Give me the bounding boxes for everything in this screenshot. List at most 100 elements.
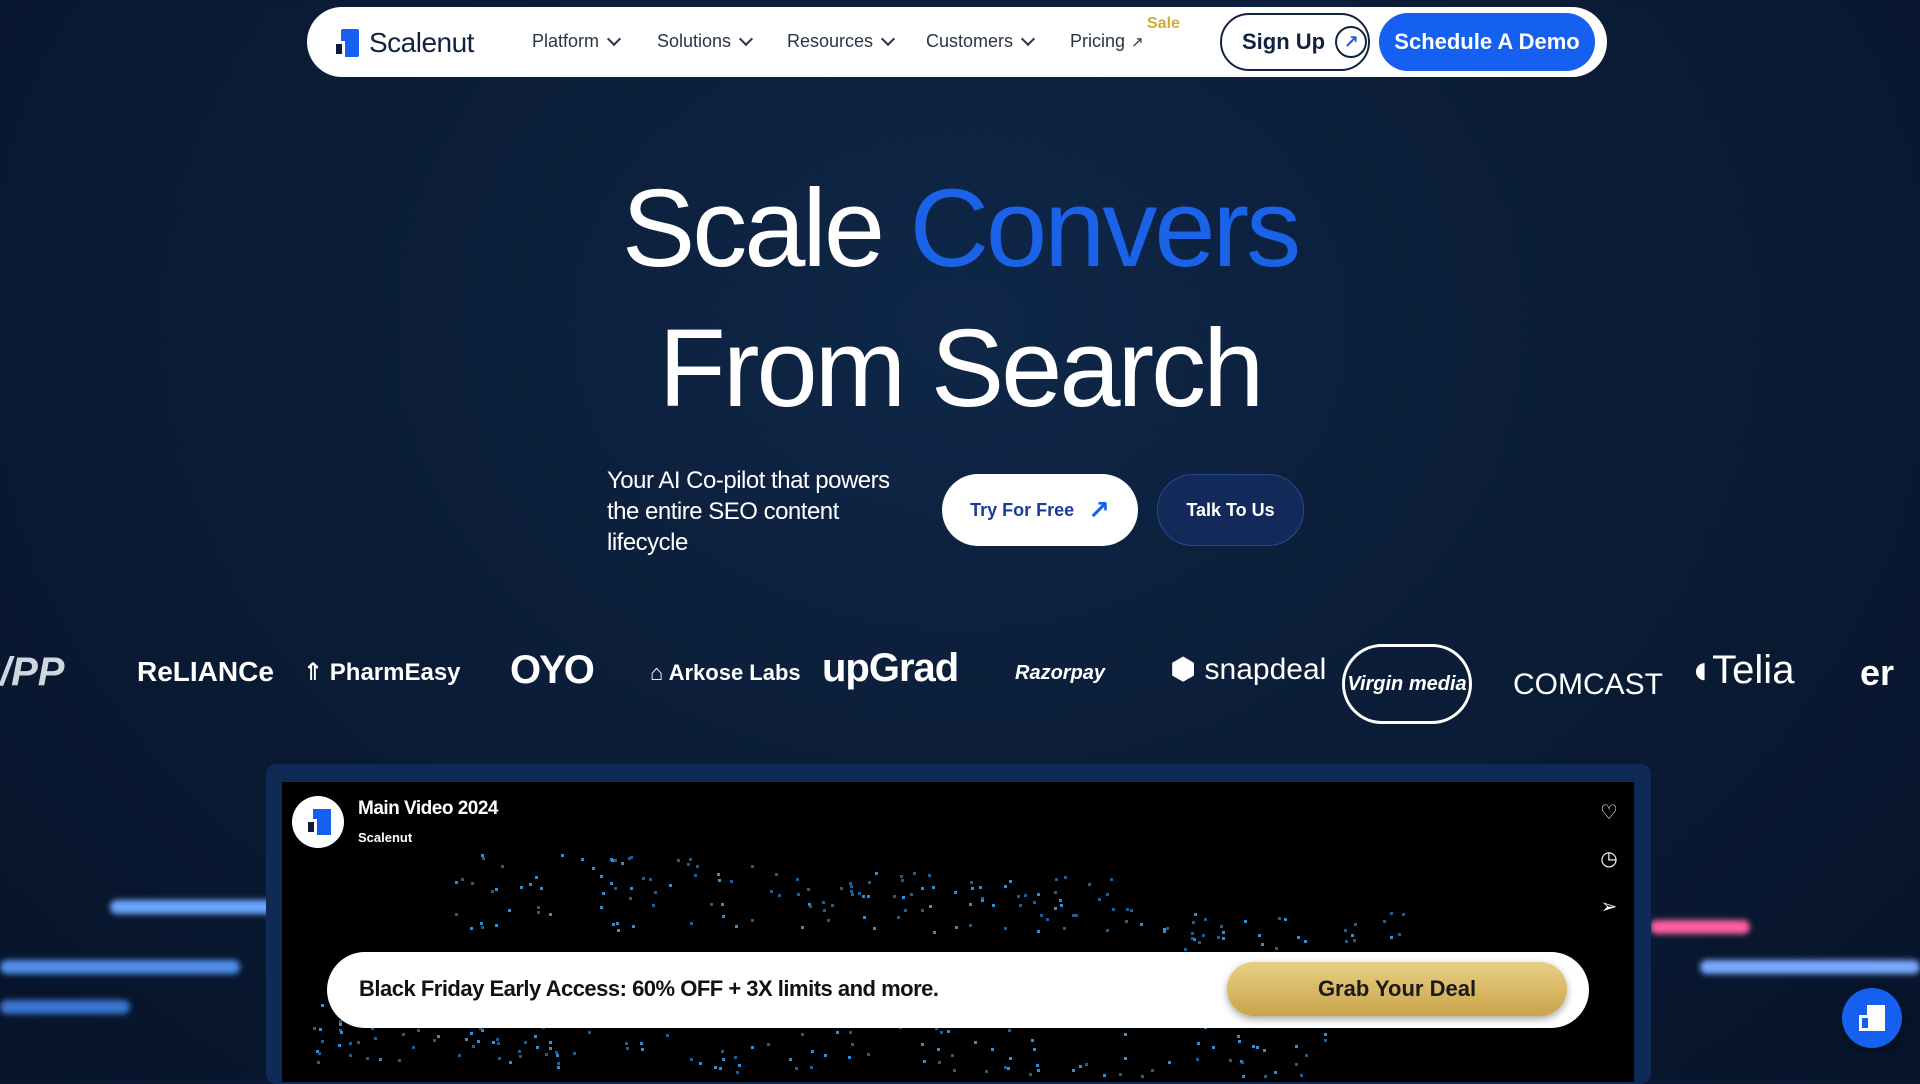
- map-dot: [1261, 943, 1264, 946]
- map-dot: [1305, 1054, 1308, 1057]
- map-dot: [1110, 878, 1113, 881]
- map-dot: [319, 1028, 322, 1031]
- map-dot: [495, 924, 498, 927]
- map-dot: [1196, 1058, 1199, 1061]
- heart-icon[interactable]: ♡: [1596, 800, 1622, 826]
- map-dot: [482, 857, 485, 860]
- map-dot: [496, 1038, 499, 1041]
- map-dot: [940, 1031, 943, 1034]
- chat-widget-button[interactable]: [1842, 988, 1902, 1048]
- hero-title-accent: Convers: [909, 167, 1302, 290]
- map-dot: [1192, 921, 1195, 924]
- map-dot: [904, 909, 907, 912]
- map-dot: [809, 905, 812, 908]
- map-dot: [437, 1035, 440, 1038]
- nav-item-customers[interactable]: Customers: [926, 31, 1036, 52]
- try-for-free-button[interactable]: Try For Free ↗: [942, 474, 1138, 546]
- map-dot: [1222, 931, 1225, 934]
- map-dot: [625, 1042, 628, 1045]
- map-dot: [875, 872, 878, 875]
- map-dot: [807, 888, 810, 891]
- map-dot: [699, 1062, 702, 1065]
- nav-item-pricing[interactable]: Pricing ↗: [1070, 31, 1144, 52]
- map-dot: [951, 1054, 954, 1057]
- map-dot: [932, 886, 935, 889]
- map-dot: [458, 1054, 461, 1057]
- talk-to-us-button[interactable]: Talk To Us: [1157, 474, 1304, 546]
- schedule-demo-button[interactable]: Schedule A Demo: [1379, 13, 1595, 71]
- telia-mark-icon: ◖: [1688, 648, 1713, 692]
- nav-label: Solutions: [657, 31, 732, 51]
- map-dot: [937, 1048, 940, 1051]
- map-dot: [492, 1041, 495, 1044]
- map-dot: [561, 854, 564, 857]
- map-dot: [770, 890, 773, 893]
- map-dot: [614, 887, 617, 890]
- channel-avatar[interactable]: [292, 796, 344, 848]
- map-dot: [851, 1043, 854, 1046]
- map-dot: [928, 874, 931, 877]
- clock-icon[interactable]: ◷: [1596, 846, 1622, 872]
- map-dot: [1166, 927, 1169, 930]
- map-dot: [1130, 909, 1133, 912]
- map-dot: [1029, 1073, 1032, 1076]
- video-title[interactable]: Main Video 2024: [358, 798, 499, 820]
- map-dot: [495, 888, 498, 891]
- video-channel[interactable]: Scalenut: [358, 830, 412, 845]
- map-dot: [1037, 1069, 1040, 1072]
- map-dot: [1055, 878, 1058, 881]
- map-dot: [730, 880, 733, 883]
- share-icon[interactable]: ➢: [1596, 894, 1622, 920]
- map-dot: [501, 865, 504, 868]
- map-dot: [540, 887, 543, 890]
- map-dot: [850, 885, 853, 888]
- map-dot: [1125, 920, 1128, 923]
- map-dot: [1024, 894, 1027, 897]
- map-dot: [649, 878, 652, 881]
- map-dot: [923, 1060, 926, 1063]
- map-dot: [1004, 927, 1007, 930]
- brand-logo[interactable]: Scalenut: [333, 27, 474, 59]
- map-dot: [719, 1067, 722, 1070]
- map-dot: [1344, 929, 1347, 932]
- map-dot: [696, 865, 699, 868]
- map-dot: [981, 899, 984, 902]
- map-dot: [1390, 936, 1393, 939]
- hero-subtitle: Your AI Co-pilot that powers the entire …: [607, 467, 890, 556]
- map-dot: [592, 867, 595, 870]
- map-dot: [626, 1047, 629, 1050]
- map-dot: [600, 875, 603, 878]
- map-dot: [349, 1054, 352, 1057]
- map-dot: [520, 886, 523, 889]
- hero-title-line2: From Search: [658, 307, 1265, 430]
- map-dot: [524, 1041, 527, 1044]
- nav-item-solutions[interactable]: Solutions: [657, 31, 754, 52]
- map-dot: [717, 873, 720, 876]
- map-dot: [689, 858, 692, 861]
- map-dot: [470, 1032, 473, 1035]
- map-dot: [534, 1035, 537, 1038]
- top-navbar: Scalenut Platform Solutions Resources Cu…: [307, 7, 1607, 77]
- map-dot: [1141, 1075, 1144, 1078]
- logo-text: snapdeal: [1204, 653, 1327, 686]
- map-dot: [734, 1056, 737, 1059]
- map-dot: [433, 1039, 436, 1042]
- map-dot: [1275, 947, 1278, 950]
- map-dot: [1220, 925, 1223, 928]
- map-dot: [1258, 934, 1261, 937]
- map-dot: [1300, 1074, 1303, 1077]
- grab-deal-button[interactable]: Grab Your Deal: [1227, 962, 1567, 1016]
- sign-up-button[interactable]: Sign Up ↗: [1220, 13, 1370, 71]
- map-dot: [602, 892, 605, 895]
- map-dot: [933, 931, 936, 934]
- chevron-down-icon: [738, 31, 754, 47]
- map-dot: [690, 922, 693, 925]
- map-dot: [991, 1048, 994, 1051]
- map-dot: [630, 887, 633, 890]
- map-dot: [863, 916, 866, 919]
- nav-item-resources[interactable]: Resources: [787, 31, 896, 52]
- map-dot: [1398, 933, 1401, 936]
- nav-item-platform[interactable]: Platform: [532, 31, 622, 52]
- map-dot: [349, 1042, 352, 1045]
- video-player[interactable]: Main Video 2024 Scalenut ♡ ◷ ➢: [282, 782, 1634, 1082]
